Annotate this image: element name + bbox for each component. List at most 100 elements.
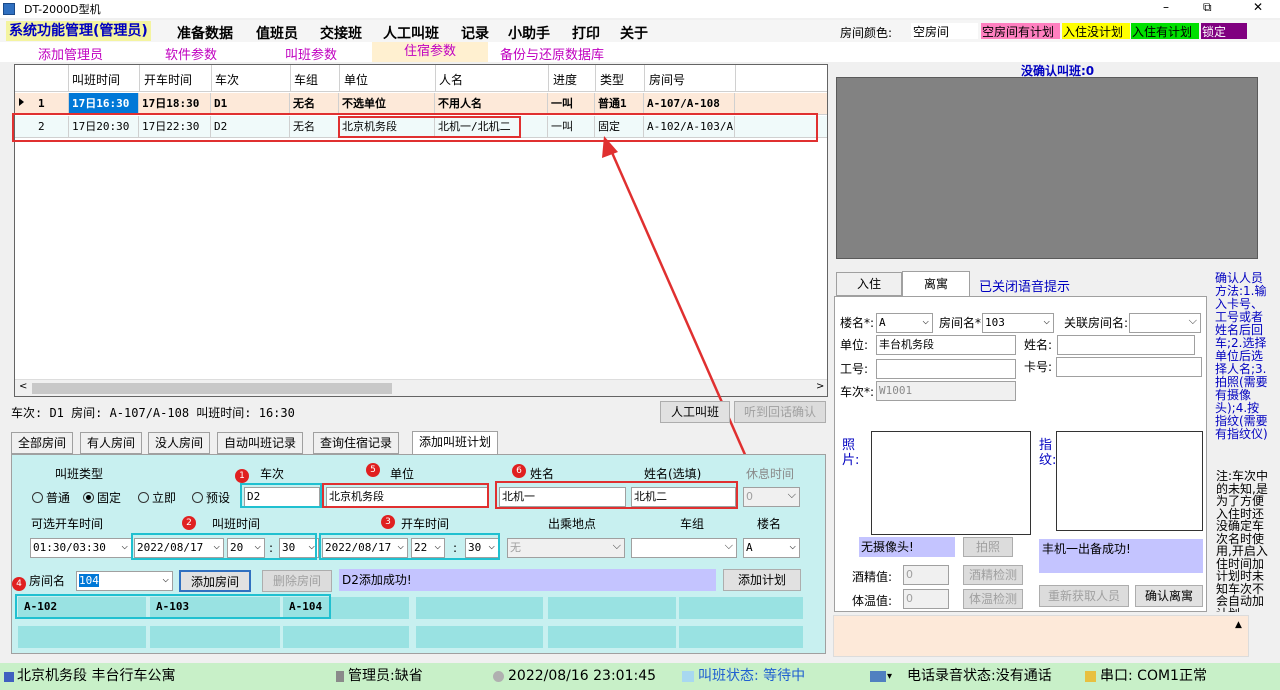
name2-label: 姓名(选填): [644, 467, 702, 481]
radio-fixed-label: 固定: [97, 491, 122, 505]
room-tile-empty[interactable]: [679, 597, 803, 619]
radio-immediate-icon[interactable]: [138, 492, 149, 503]
tab-occupied-rooms[interactable]: 有人房间: [80, 432, 143, 454]
step-badge: 2: [182, 516, 196, 530]
tab-add-call-plan[interactable]: 添加叫班计划: [412, 431, 499, 455]
highlight-name-box: [495, 481, 738, 509]
building-label: 楼名: [757, 517, 782, 531]
crew-label: 车组: [680, 517, 705, 531]
org-icon: [4, 672, 14, 682]
highlight-train-box: [240, 483, 322, 508]
tab-lodging-records[interactable]: 查询住宿记录: [313, 432, 400, 454]
log-scroll-up-icon[interactable]: ▲: [1235, 620, 1242, 630]
fingerprint-label: 指纹:: [1039, 438, 1057, 468]
tab-auto-call-records[interactable]: 自动叫班记录: [217, 432, 304, 454]
work-id-field[interactable]: [876, 359, 1016, 379]
room-tile-empty[interactable]: [548, 597, 676, 619]
radio-immediate[interactable]: 立即: [138, 490, 176, 506]
add-plan-button[interactable]: 添加计划: [723, 569, 801, 591]
delete-room-button[interactable]: 删除房间: [262, 570, 332, 592]
radio-normal-label: 普通: [46, 491, 71, 505]
alcohol-field[interactable]: 0: [903, 565, 949, 585]
related-room-select[interactable]: [1129, 313, 1201, 333]
depart-options-label: 可选开车时间: [31, 517, 104, 531]
current-call-status: 车次: D1 房间: A-107/A-108 叫班时间: 16:30: [11, 402, 659, 424]
room-tile-empty[interactable]: [679, 626, 803, 648]
temperature-test-button[interactable]: 体温检测: [963, 589, 1023, 609]
no-camera-message: 无摄像头!: [859, 537, 955, 557]
radio-normal-icon[interactable]: [32, 492, 43, 503]
call-status-text: 叫班状态: 等待中: [698, 668, 806, 684]
depart-options-select[interactable]: 01:30/03:30: [30, 538, 132, 558]
highlight-tiles-box: [15, 594, 331, 619]
room-tile-empty[interactable]: [150, 626, 280, 648]
radio-preset-icon[interactable]: [192, 492, 203, 503]
temperature-field[interactable]: 0: [903, 589, 949, 609]
room-tile-empty[interactable]: [283, 626, 409, 648]
alcohol-test-button[interactable]: 酒精检测: [963, 565, 1023, 585]
clock-icon: [493, 671, 504, 682]
reget-person-button[interactable]: 重新获取人员: [1039, 585, 1129, 607]
org-text: 北京机务段 丰台行车公寓: [17, 668, 176, 684]
tab-empty-rooms[interactable]: 没人房间: [148, 432, 211, 454]
current-call-text: 车次: D1 房间: A-107/A-108 叫班时间: 16:30: [11, 406, 295, 420]
step-badge: 5: [366, 463, 380, 477]
room-tile-empty[interactable]: [548, 626, 676, 648]
photo-button[interactable]: 拍照: [963, 537, 1013, 557]
confirm-leave-button[interactable]: 确认离寓: [1135, 585, 1203, 607]
room-name-select[interactable]: 104: [76, 571, 173, 591]
manual-call-button[interactable]: 人工叫班: [660, 401, 730, 423]
step-badge: 6: [512, 464, 526, 478]
add-room-button[interactable]: 添加房间: [179, 570, 251, 592]
train-label: 车次*:: [840, 385, 875, 399]
result-message: D2添加成功!: [339, 569, 716, 591]
name-field[interactable]: [1057, 335, 1195, 355]
video-preview: [836, 77, 1258, 259]
room-tile-empty[interactable]: [416, 597, 543, 619]
serial-status-text: 串口: COM1正常: [1100, 668, 1207, 684]
boarding-place-label: 出乘地点: [548, 517, 597, 531]
serial-icon: [1085, 671, 1096, 682]
highlight-unit-box: [322, 483, 489, 508]
work-id-label: 工号:: [840, 362, 869, 376]
checkout-success-message: 丰机一出备成功!: [1039, 539, 1203, 573]
room-tile-empty[interactable]: [18, 626, 146, 648]
building-select[interactable]: A: [743, 538, 800, 558]
unit-field[interactable]: 丰台机务段: [876, 335, 1016, 355]
boarding-place-select[interactable]: 无: [507, 538, 625, 558]
alcohol-label: 酒精值:: [852, 570, 893, 584]
radio-fixed-icon[interactable]: [83, 492, 94, 503]
highlight-drivetime-box: [319, 533, 500, 560]
tab-checkin[interactable]: 入住: [836, 272, 902, 296]
help-instructions: 确认人员方法:1.输入卡号、工号或者姓名后回车;2.选择单位后选择人名;3.拍照…: [1215, 272, 1268, 441]
name-label: 姓名:: [1024, 338, 1053, 352]
card-no-field[interactable]: [1056, 357, 1202, 377]
name-label: 姓名: [530, 467, 555, 481]
rest-time-select[interactable]: 0: [743, 487, 800, 507]
radio-preset[interactable]: 预设: [192, 490, 230, 506]
room-select[interactable]: 103: [982, 313, 1054, 333]
confirm-reply-button[interactable]: 听到回话确认: [734, 401, 826, 423]
radio-normal[interactable]: 普通: [32, 490, 70, 506]
phone-dropdown-icon[interactable]: ▾: [887, 663, 892, 690]
admin-text: 管理员:缺省: [348, 668, 423, 684]
crew-select[interactable]: [631, 538, 737, 558]
log-area: ▲: [833, 615, 1249, 657]
drive-time-label: 开车时间: [401, 517, 450, 531]
photo-box: [871, 431, 1031, 535]
room-tile-empty[interactable]: [416, 626, 543, 648]
step-badge: 3: [381, 515, 395, 529]
train-field[interactable]: W1001: [876, 381, 1016, 401]
rest-time-label: 休息时间: [746, 467, 795, 481]
room-name-label: 房间名*:: [939, 316, 986, 330]
radio-fixed[interactable]: 固定: [83, 490, 121, 506]
highlight-calltime-box: [131, 533, 317, 560]
tab-all-rooms[interactable]: 全部房间: [11, 432, 74, 454]
radio-immediate-label: 立即: [152, 491, 177, 505]
phone-icon[interactable]: [870, 671, 886, 682]
train-label: 车次: [260, 467, 285, 481]
building-select[interactable]: A: [876, 313, 933, 333]
fingerprint-box: [1056, 431, 1203, 531]
tab-leave[interactable]: 离寓: [902, 271, 970, 297]
room-name-value: 104: [79, 574, 99, 587]
